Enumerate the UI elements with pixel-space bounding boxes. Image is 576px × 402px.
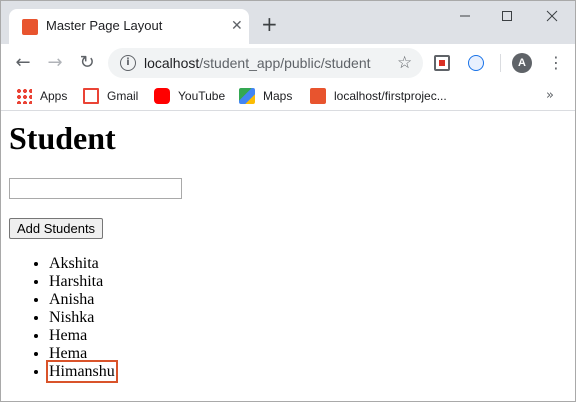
more-bookmarks-button[interactable]: »: [546, 86, 554, 106]
maximize-window-button[interactable]: [497, 6, 517, 26]
student-name: Himanshu: [46, 360, 118, 383]
tab-strip: Master Page Layout ✕ +: [1, 1, 575, 44]
browser-window: Master Page Layout ✕ + ← → ↻ i localhost…: [0, 0, 576, 402]
close-icon: [546, 10, 558, 22]
page-title: Student: [9, 120, 116, 156]
address-bar[interactable]: i localhost/student_app/public/student ☆: [108, 48, 423, 78]
bookmark-star-icon[interactable]: ☆: [397, 53, 412, 73]
list-item: Nishka: [49, 309, 115, 327]
minimize-icon: [460, 15, 470, 17]
bookmark-gmail[interactable]: Gmail: [83, 86, 138, 106]
new-tab-button[interactable]: +: [261, 14, 278, 34]
close-tab-icon[interactable]: ✕: [231, 18, 243, 34]
forward-button[interactable]: →: [44, 52, 66, 74]
gmail-icon: [83, 87, 99, 104]
add-students-button[interactable]: Add Students: [9, 218, 104, 239]
extension-icon[interactable]: [434, 55, 450, 71]
tab-title: Master Page Layout: [46, 18, 163, 33]
bookmark-youtube[interactable]: YouTube: [154, 86, 225, 106]
close-window-button[interactable]: [542, 6, 562, 26]
url-host: localhost: [144, 55, 200, 71]
bookmark-localhost-firstproject[interactable]: localhost/firstprojec...: [310, 86, 447, 106]
profile-avatar[interactable]: A: [512, 53, 532, 73]
list-item: Akshita: [49, 255, 115, 273]
info-icon[interactable]: i: [120, 55, 136, 71]
bookmark-maps[interactable]: Maps: [239, 86, 292, 106]
url-text[interactable]: localhost/student_app/public/student: [144, 55, 371, 71]
student-name: Hema: [49, 327, 88, 344]
bookmark-label: Maps: [263, 89, 293, 103]
toolbar-divider: [500, 54, 501, 72]
list-item-highlighted: Himanshu: [46, 360, 118, 383]
bookmark-apps[interactable]: Apps: [16, 86, 67, 106]
student-name: Anisha: [49, 291, 95, 308]
bookmark-label: Gmail: [107, 89, 139, 103]
browser-toolbar: ← → ↻ i localhost/student_app/public/stu…: [1, 44, 575, 82]
apps-grid-icon: [16, 87, 32, 104]
page-content: Student Add Students Akshita Harshita An…: [1, 111, 575, 401]
bookmark-label: YouTube: [178, 89, 226, 103]
bookmarks-bar: Apps Gmail YouTube Maps localhost/firstp…: [1, 82, 575, 111]
student-name: Hema: [49, 345, 88, 362]
bookmark-label: Apps: [40, 89, 68, 103]
url-path: /student_app/public/student: [199, 55, 371, 71]
list-item: Hema: [49, 345, 115, 363]
maximize-icon: [502, 11, 512, 21]
xampp-icon: [310, 87, 326, 104]
student-list: Akshita Harshita Anisha Nishka Hema Hema…: [9, 255, 118, 383]
list-item: Hema: [49, 327, 115, 345]
back-button[interactable]: ←: [12, 52, 34, 74]
list-item: Anisha: [49, 291, 115, 309]
maps-icon: [239, 87, 255, 104]
extension-icon[interactable]: [468, 55, 484, 71]
tab-master-page-layout[interactable]: Master Page Layout ✕: [9, 9, 249, 44]
xampp-icon: [22, 19, 38, 35]
student-name: Nishka: [49, 309, 95, 326]
reload-button[interactable]: ↻: [76, 52, 98, 74]
bookmark-label: localhost/firstprojec...: [334, 89, 447, 103]
kebab-menu-icon[interactable]: ⋮: [548, 53, 564, 73]
youtube-icon: [154, 87, 170, 104]
student-name: Akshita: [49, 255, 99, 272]
student-name: Harshita: [49, 273, 104, 290]
minimize-window-button[interactable]: [455, 6, 475, 26]
list-item: Harshita: [49, 273, 115, 291]
student-name-input[interactable]: [9, 178, 182, 199]
